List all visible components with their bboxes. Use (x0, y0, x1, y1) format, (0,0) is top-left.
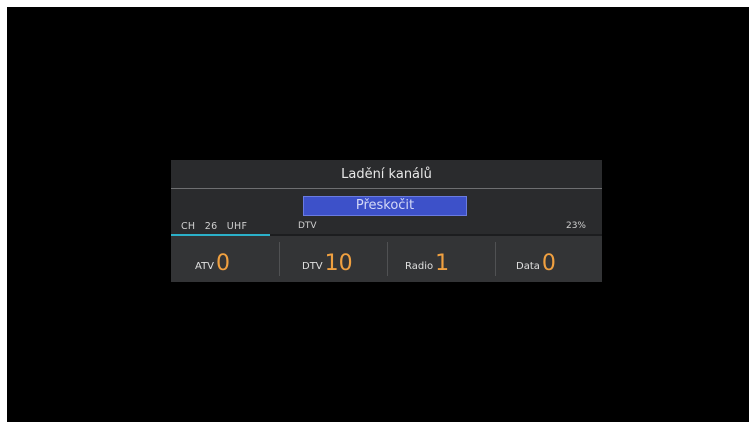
tv-screen: Ladění kanálů Přeskočit CH 26 UHF DTV 23… (7, 7, 749, 422)
stat-data: Data 0 (516, 240, 556, 278)
stat-value: 1 (435, 251, 450, 276)
stat-divider (279, 242, 280, 276)
title-divider (171, 188, 602, 189)
stat-label: Data (516, 261, 540, 272)
channel-tuning-dialog: Ladění kanálů Přeskočit CH 26 UHF DTV 23… (171, 160, 602, 282)
scan-type: DTV (298, 221, 317, 231)
stat-label: DTV (302, 261, 323, 272)
stat-divider (387, 242, 388, 276)
stat-divider (495, 242, 496, 276)
stat-dtv: DTV 10 (302, 240, 353, 278)
current-channel-info: CH 26 UHF (181, 221, 247, 232)
stat-value: 0 (541, 251, 556, 276)
stat-atv: ATV 0 (195, 240, 230, 278)
stat-label: ATV (195, 261, 215, 272)
stat-value: 10 (324, 251, 353, 276)
found-channels-panel: ATV 0 DTV 10 Radio 1 Data 0 (171, 236, 602, 282)
stat-radio: Radio 1 (405, 240, 449, 278)
stat-label: Radio (405, 261, 434, 272)
channel-number: 26 (204, 221, 218, 232)
channel-band: UHF (226, 221, 248, 232)
channel-prefix: CH (181, 221, 196, 232)
skip-button[interactable]: Přeskočit (303, 196, 467, 216)
stat-value: 0 (216, 251, 231, 276)
dialog-title: Ladění kanálů (341, 167, 432, 182)
progress-percent: 23% (565, 221, 586, 231)
